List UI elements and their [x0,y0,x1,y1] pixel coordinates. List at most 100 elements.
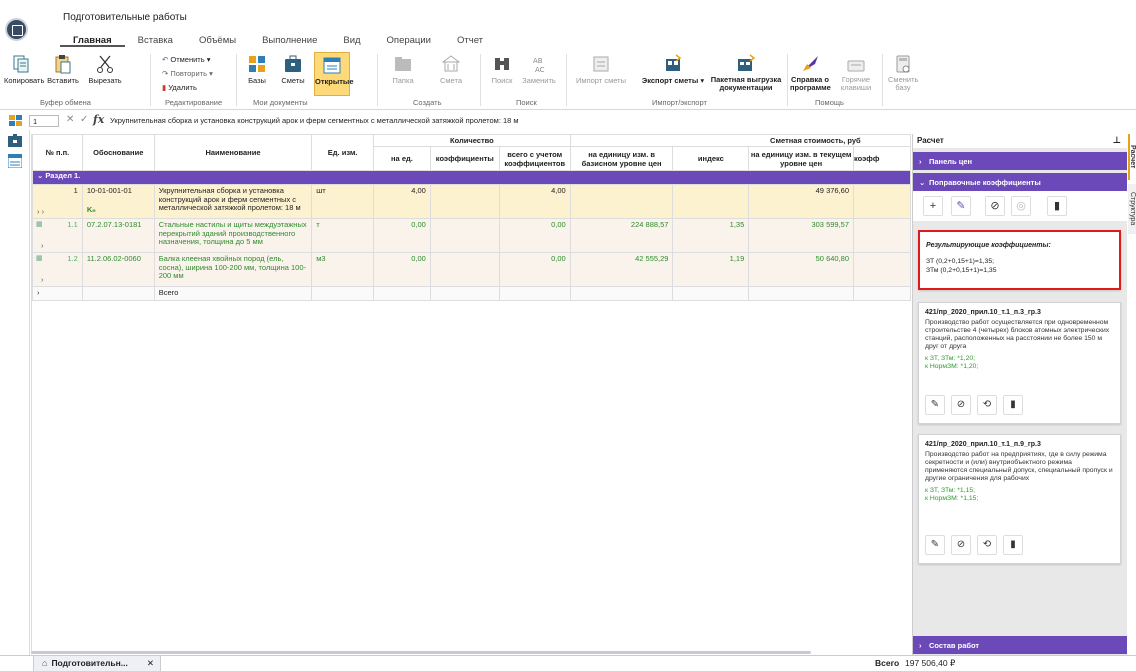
col-per-unit-header[interactable]: на ед. [373,146,431,171]
new-estimate-button[interactable]: Смета [438,54,464,85]
col-index-header[interactable]: индекс [672,146,750,171]
row-index: 1,35 [672,218,750,253]
table-view-icon[interactable] [8,154,22,168]
section-row[interactable]: ⌄ Раздел 1. [32,170,911,185]
card-title: 421/пр_2020_прил.10_т.1_п.3_гр.3 [925,309,1041,316]
replace-button[interactable]: AB AC Заменить [522,54,556,85]
confirm-icon[interactable]: ✓ [80,114,88,125]
table-row[interactable]: 1 › › 10-01-001-01 Kₙ Укрупнительная сборк… [32,184,911,219]
estimates-button[interactable]: Сметы [280,54,306,85]
expand-icon[interactable]: › › [37,207,44,217]
trash-icon[interactable]: ▮ [1047,196,1067,216]
col-cost-header[interactable]: Сметная стоимость, руб [569,134,911,147]
estimate-doc-icon[interactable] [8,134,22,148]
cell-reference-input[interactable]: 1 [29,115,59,127]
cut-button[interactable]: Вырезать [84,54,126,85]
bases-button[interactable]: Базы [244,54,270,85]
tab-view[interactable]: Вид [330,34,373,47]
formula-input[interactable]: Укрупнительная сборка и установка констр… [110,116,519,125]
expand-icon[interactable]: › [41,275,44,285]
opened-button[interactable]: Открытые [314,52,354,96]
batch-export-button[interactable]: Пакетная выгрузка документации [708,54,784,92]
col-unit-header[interactable]: Ед. изм. [311,134,375,171]
search-replace-icon[interactable]: ⟲ [977,535,997,555]
new-folder-button[interactable]: Папка [390,54,416,85]
expand-icon[interactable]: › [37,288,40,297]
corrections-toolbar: + ✎ ⊘ ◎ ▮ [913,191,1127,221]
tab-operations[interactable]: Операции [374,34,444,47]
add-icon[interactable]: + [923,196,943,216]
import-estimate-button[interactable]: Импорт сметы [566,54,636,85]
close-icon[interactable]: ✕ [147,658,154,669]
app-logo-icon[interactable] [5,18,28,41]
coefficient-card[interactable]: 421/пр_2020_прил.10_т.1_п.3_гр.3 Произво… [918,302,1121,424]
total-row[interactable]: › Всего [32,286,911,301]
tab-insert[interactable]: Вставка [125,34,186,47]
price-panel-label: Панель цен [929,157,973,166]
export-estimate-label: Экспорт сметы [641,76,699,85]
horizontal-scrollbar[interactable] [31,651,811,654]
search-replace-icon[interactable]: ⟲ [977,395,997,415]
grid-icon[interactable] [9,115,23,127]
hotkeys-button[interactable]: Горячие клавиши [838,54,874,92]
change-base-button[interactable]: Сменить базу [888,54,918,92]
copy-button[interactable]: Копировать [4,54,44,85]
works-bar[interactable]: › Состав работ [913,636,1127,654]
formula-bar: 1 ✕ ✓ fx Укрупнительная сборка и установ… [0,113,1136,128]
export-icon [666,54,682,71]
hide-icon[interactable]: ⊘ [951,395,971,415]
magic-wand-icon[interactable]: ✎ [951,196,971,216]
col-current-price-header[interactable]: на единицу изм. в текущем уровне цен [748,146,855,171]
keyboard-icon [847,60,865,72]
row-total: 0,00 [498,218,571,253]
estimates-label: Сметы [281,76,305,85]
title-bar: Подготовительные работы Главная Вставка … [0,0,1136,48]
row-basis: 11.2.06.02-0060 [81,252,155,287]
table-row[interactable]: ▦ 1.1 › 07.2.07.13-0181 Стальные настилы и… [32,218,911,253]
col-name-header[interactable]: Наименование [153,134,313,171]
col-coefs-header[interactable]: коэффициенты [429,146,500,171]
batch-export-label: Пакетная выгрузка документации [710,75,782,92]
result-line: ЗТм (0,2+0,15+1)=1,35 [926,267,997,274]
side-tab-structure[interactable]: Структура [1128,184,1136,234]
trash-icon[interactable]: ▮ [1003,395,1023,415]
redo-button[interactable]: ↷ Повторить ▾ [162,69,213,78]
corrections-bar[interactable]: ⌄ Поправочные коэффициенты [913,173,1127,191]
side-tab-calc[interactable]: Расчет [1128,134,1136,180]
pin-icon[interactable]: ⊥ [1113,135,1121,146]
export-estimate-button[interactable]: Экспорт сметы ▾ [640,54,706,85]
tab-home[interactable]: Главная [60,34,125,47]
show-icon[interactable]: ◎ [1011,196,1031,216]
paste-button[interactable]: Вставить [46,54,80,85]
col-basis-header[interactable]: Обоснование [81,134,155,171]
col-total-coef-header[interactable]: всего с учетом коэффициентов [498,146,571,171]
tab-volumes[interactable]: Объёмы [186,34,249,47]
row-per-unit: 0,00 [373,252,431,287]
col-qty-header[interactable]: Количество [373,134,571,147]
col-num-header[interactable]: № п.п. [32,134,83,171]
search-button[interactable]: Поиск [490,54,514,85]
expand-icon[interactable]: › [41,241,44,251]
tab-report[interactable]: Отчет [444,34,496,47]
briefcase-icon [285,55,301,72]
tab-execution[interactable]: Выполнение [249,34,330,47]
cancel-icon[interactable]: ✕ [66,114,74,125]
price-panel-bar[interactable]: › Панель цен [913,152,1127,170]
card-title: 421/пр_2020_прил.10_т.1_п.9_гр.3 [925,441,1041,448]
document-tab[interactable]: ⌂ Подготовительн... ✕ [33,656,161,671]
row-name: Стальные настилы и щиты междуэтажных пер… [153,218,313,253]
trash-icon[interactable]: ▮ [1003,535,1023,555]
about-button[interactable]: Справка о программе [790,54,831,92]
col-base-price-header[interactable]: на единицу изм. в базисном уровне цен [569,146,674,171]
undo-button[interactable]: ↶ Отменить ▾ [162,55,211,64]
edit-icon[interactable]: ✎ [925,535,945,555]
row-num: 1.2 [67,254,78,263]
coefficient-card[interactable]: 421/пр_2020_прил.10_т.1_п.9_гр.3 Произво… [918,434,1121,564]
delete-button[interactable]: ▮ Удалить [162,83,197,92]
table-row[interactable]: ▦ 1.2 › 11.2.06.02-0060 Балка клееная хвой… [32,252,911,287]
hide-icon[interactable]: ⊘ [951,535,971,555]
edit-icon[interactable]: ✎ [925,395,945,415]
estimate-table: № п.п. Обоснование Наименование Ед. изм.… [32,134,911,301]
hide-icon[interactable]: ⊘ [985,196,1005,216]
col-coef-cut-header[interactable]: коэфф [853,146,911,171]
